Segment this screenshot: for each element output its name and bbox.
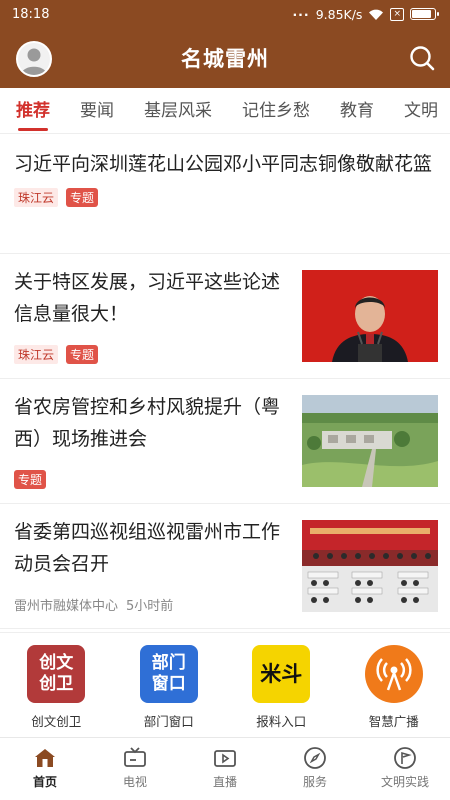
- home-icon: [35, 749, 55, 767]
- tab-civilization[interactable]: 文明: [404, 88, 438, 133]
- quick-entry-broadcast[interactable]: 智慧广播: [338, 633, 450, 737]
- source-tag: 珠江云: [14, 188, 59, 207]
- news-feed: 习近平向深圳莲花山公园邓小平同志铜像敬献花篮 珠江云 专题 关于特区发展，习近平…: [0, 134, 450, 629]
- nav-civilization-practice[interactable]: 文明实践: [360, 738, 450, 800]
- publish-time: 5小时前: [126, 599, 174, 614]
- news-title: 关于特区发展，习近平这些论述信息量很大！: [14, 271, 281, 325]
- quick-entry-label: 部门窗口: [143, 714, 194, 729]
- quick-entry-label: 创文创卫: [31, 714, 82, 729]
- report-icon: 米斗: [252, 645, 311, 703]
- nav-tv[interactable]: 电视: [90, 738, 180, 800]
- channel-tabs: 推荐 要闻 基层风采 记住乡愁 教育 文明: [0, 88, 450, 134]
- more-dots-icon: ···: [292, 6, 310, 22]
- status-bar: 18:18 ··· 9.85K/s ×: [0, 0, 450, 28]
- news-item[interactable]: 省农房管控和乡村风貌提升（粤西）现场推进会 专题: [0, 379, 450, 504]
- status-time: 18:18: [12, 6, 50, 22]
- topic-badge: 专题: [14, 470, 47, 489]
- quick-entry-department[interactable]: 部门 窗口 部门窗口: [113, 633, 226, 737]
- quick-entry-label: 智慧广播: [368, 714, 419, 729]
- network-speed: 9.85K/s: [315, 6, 363, 22]
- source-tag: 珠江云: [14, 345, 59, 364]
- broadcast-icon: [364, 645, 423, 703]
- compass-icon: [304, 747, 326, 769]
- sim-icon: ×: [390, 7, 404, 21]
- search-icon[interactable]: [408, 44, 436, 72]
- flag-icon: [394, 747, 416, 769]
- department-window-icon: 部门 窗口: [139, 645, 198, 703]
- news-item[interactable]: 习近平向深圳莲花山公园邓小平同志铜像敬献花篮 珠江云 专题: [0, 134, 450, 254]
- news-item[interactable]: 省委第四巡视组巡视雷州市工作动员会召开 雷州市融媒体中心 5小时前: [0, 504, 450, 629]
- tab-recommend[interactable]: 推荐: [16, 88, 50, 133]
- tab-news[interactable]: 要闻: [80, 88, 114, 133]
- tab-nostalgia[interactable]: 记住乡愁: [242, 88, 310, 133]
- quick-entry-civilization[interactable]: 创文 创卫 创文创卫: [0, 633, 113, 737]
- news-title: 省委第四巡视组巡视雷州市工作动员会召开: [14, 521, 281, 575]
- topic-badge: 专题: [66, 345, 99, 364]
- quick-entry-label: 报料入口: [256, 714, 307, 729]
- page-title: 名城雷州: [181, 47, 269, 71]
- tv-icon: [124, 747, 146, 767]
- news-title: 习近平向深圳莲花山公园邓小平同志铜像敬献花篮: [14, 153, 433, 175]
- news-thumbnail: [302, 270, 438, 362]
- tab-education[interactable]: 教育: [340, 88, 374, 133]
- civilization-icon: 创文 创卫: [27, 645, 86, 703]
- live-icon: [214, 750, 236, 767]
- avatar[interactable]: [16, 41, 52, 77]
- nav-live[interactable]: 直播: [180, 738, 270, 800]
- battery-icon: [410, 8, 439, 20]
- news-thumbnail: [302, 395, 438, 487]
- quick-entry-report[interactable]: 米斗 报料入口: [225, 633, 338, 737]
- topic-badge: 专题: [66, 188, 99, 207]
- news-item[interactable]: 关于特区发展，习近平这些论述信息量很大！ 珠江云 专题: [0, 254, 450, 379]
- wifi-icon: [369, 9, 384, 20]
- quick-entries: 创文 创卫 创文创卫 部门 窗口 部门窗口 米斗 报料入口 智慧广播: [0, 632, 450, 738]
- news-thumbnail: [302, 520, 438, 612]
- tab-grassroots[interactable]: 基层风采: [144, 88, 212, 133]
- user-icon: [21, 48, 47, 75]
- news-title: 省农房管控和乡村风貌提升（粤西）现场推进会: [14, 396, 281, 450]
- title-bar: 名城雷州: [0, 28, 450, 88]
- app-header: 18:18 ··· 9.85K/s × 名城雷州: [0, 0, 450, 88]
- nav-home[interactable]: 首页: [0, 738, 90, 800]
- nav-service[interactable]: 服务: [270, 738, 360, 800]
- bottom-nav: 首页 电视 直播 服务 文明实践: [0, 738, 450, 800]
- source-label: 雷州市融媒体中心: [14, 599, 119, 614]
